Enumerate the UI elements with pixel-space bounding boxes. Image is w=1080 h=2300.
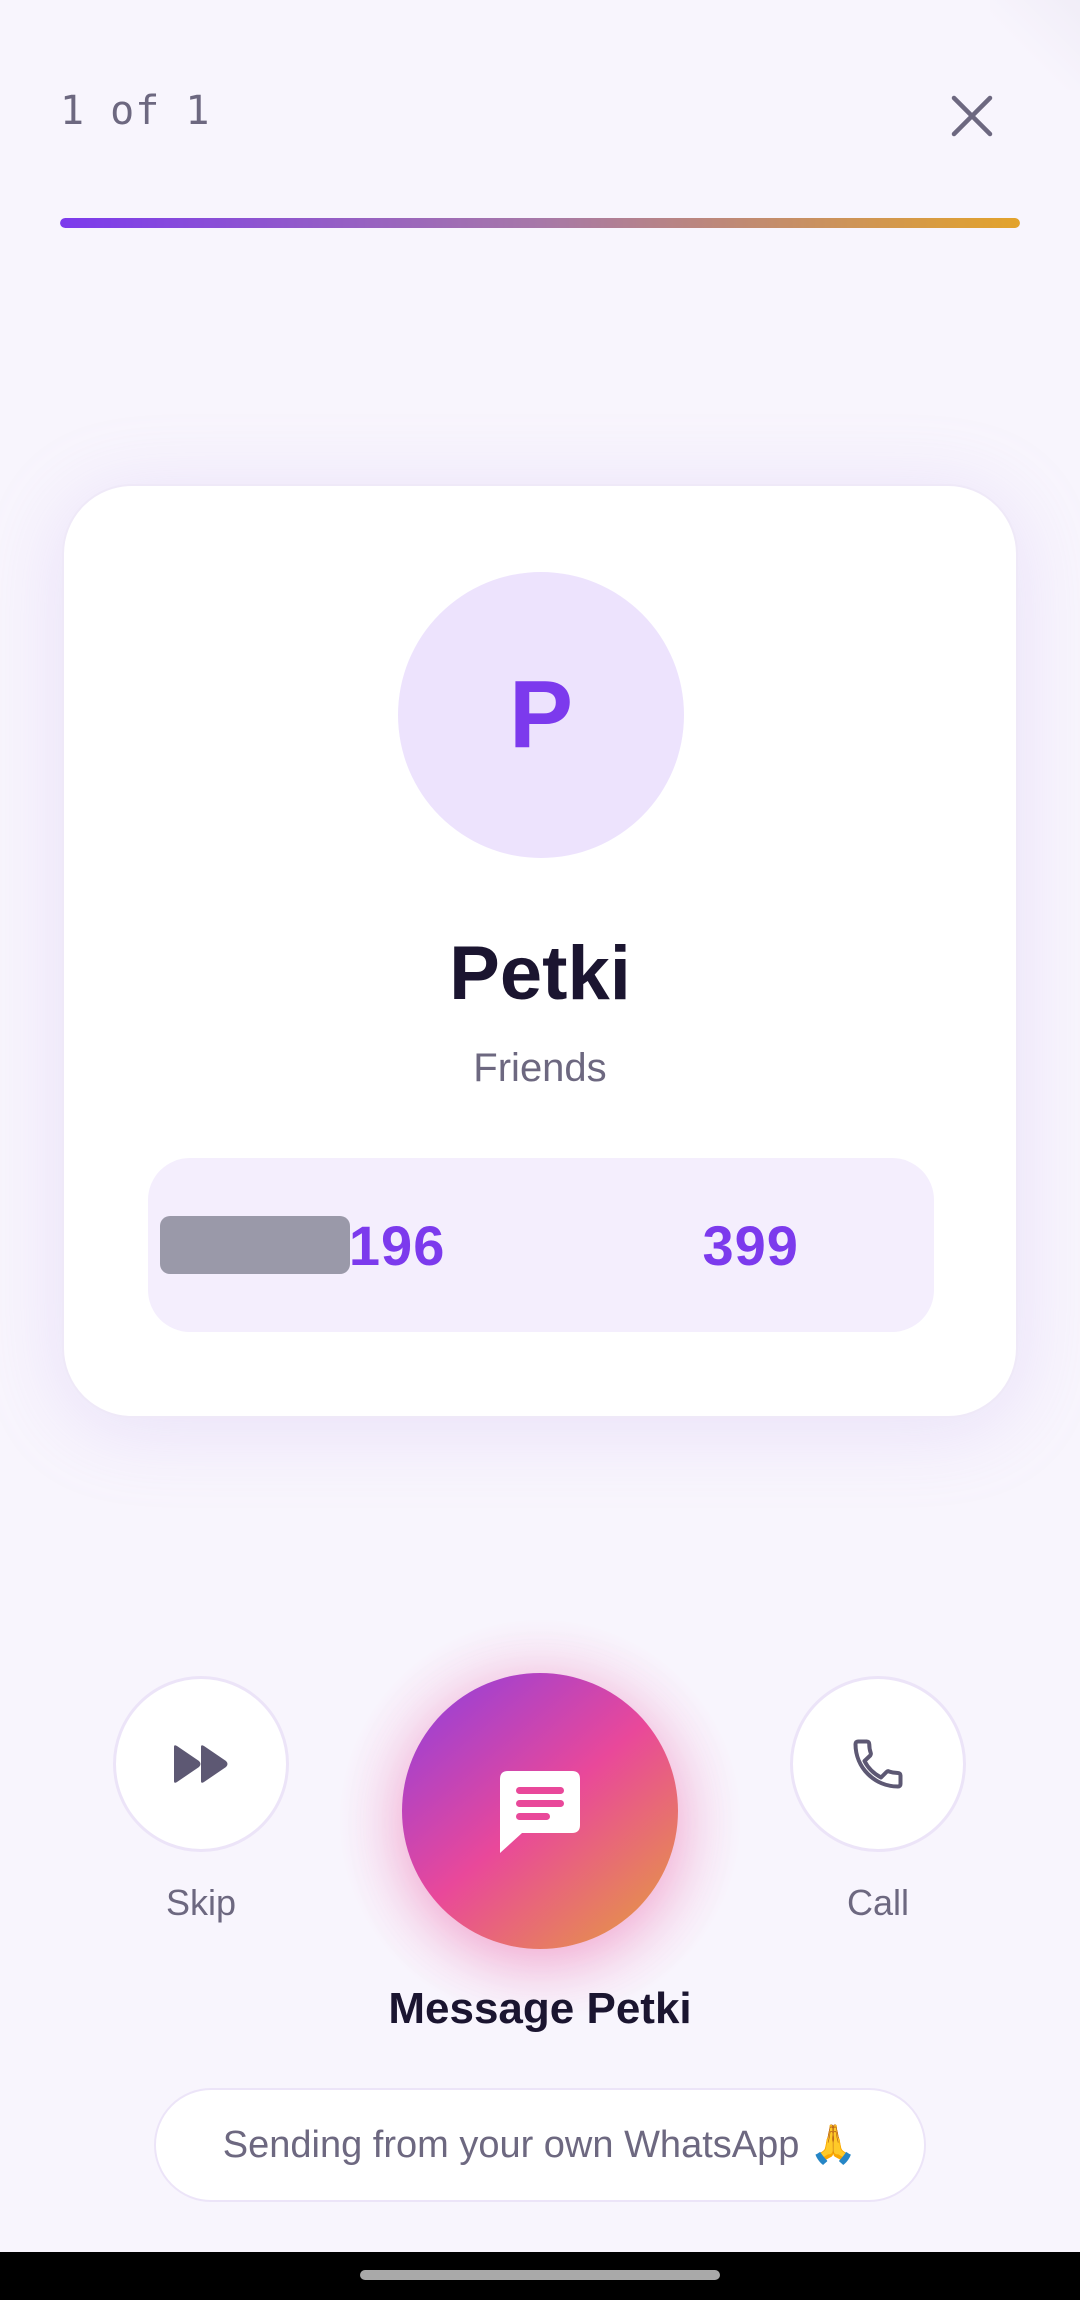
corner-decoration xyxy=(990,0,1080,90)
close-icon xyxy=(951,95,993,137)
whatsapp-info-text: Sending from your own WhatsApp 🙏 xyxy=(222,2124,858,2166)
home-indicator[interactable] xyxy=(360,2270,720,2280)
progress-counter: 1 of 1 xyxy=(60,88,211,134)
phone-icon xyxy=(853,1739,903,1789)
phone-number: +9196 399 xyxy=(283,1213,799,1277)
redaction-block xyxy=(160,1216,350,1274)
skip-label: Skip xyxy=(165,1882,237,1923)
whatsapp-info-pill: Sending from your own WhatsApp 🙏 xyxy=(154,2088,926,2202)
message-label: Message Petki xyxy=(388,1984,692,2033)
chat-message-icon xyxy=(500,1771,580,1853)
screen: 1 of 1 P Petki Friends +9196 399 Skip Me… xyxy=(0,0,1080,2300)
contact-group: Friends xyxy=(473,1046,607,1090)
progress-bar xyxy=(60,218,1020,228)
avatar: P xyxy=(398,572,684,858)
call-button[interactable] xyxy=(790,1676,966,1852)
contact-name: Petki xyxy=(449,931,631,1016)
progress-bar-fill xyxy=(60,218,1020,228)
fast-forward-icon xyxy=(174,1745,228,1783)
system-navigation-bar xyxy=(0,2252,1080,2300)
call-label: Call xyxy=(846,1882,909,1923)
contact-card: P Petki Friends +9196 399 xyxy=(62,484,1018,1418)
skip-button[interactable] xyxy=(113,1676,289,1852)
close-button[interactable] xyxy=(940,84,1004,148)
message-button[interactable] xyxy=(402,1673,678,1949)
